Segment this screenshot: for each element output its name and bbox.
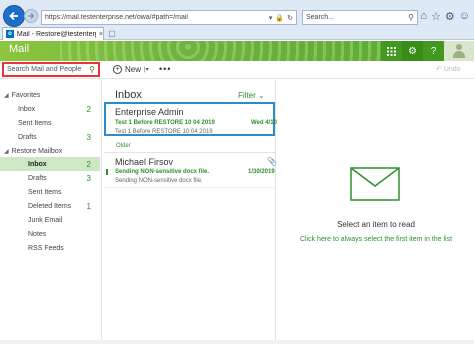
message-sender: Enterprise Admin: [115, 107, 184, 117]
unread-indicator: [106, 169, 108, 175]
grid-icon: [387, 46, 396, 56]
favorites-inbox[interactable]: Inbox 2: [0, 102, 100, 116]
browser-search-input[interactable]: Search... ⚲: [302, 10, 418, 25]
mailbox-notes[interactable]: Notes: [0, 227, 100, 241]
new-label: New: [125, 65, 142, 74]
chevron-down-icon: ⌄: [258, 91, 265, 100]
favorites-drafts[interactable]: Drafts 3: [0, 130, 100, 144]
question-icon: ?: [430, 45, 437, 57]
forward-arrow-icon: [28, 13, 35, 19]
unread-count: 2: [86, 104, 91, 114]
draft-count: 3: [86, 173, 91, 183]
undo-button[interactable]: ↶ Undo: [436, 65, 461, 73]
message-date: Wed 4/10: [251, 120, 277, 126]
mailbox-deleted-items[interactable]: Deleted Items 1: [0, 199, 100, 213]
browser-tab[interactable]: o Mail - Restore@testenterpri... ×: [2, 27, 104, 40]
plus-icon: +: [113, 65, 122, 74]
mailbox-drafts[interactable]: Drafts 3: [0, 171, 100, 185]
message-preview: Sending NON-sensitive docx file.: [115, 178, 203, 184]
app-launcher-button[interactable]: [381, 41, 402, 61]
settings-gear-icon[interactable]: ⚙: [445, 10, 455, 23]
deleted-count: 1: [86, 201, 91, 211]
undo-label: Undo: [443, 66, 461, 73]
message-sender[interactable]: Michael Firsov: [115, 157, 173, 167]
settings-button[interactable]: ⚙: [402, 41, 423, 61]
help-button[interactable]: ?: [423, 41, 444, 61]
folder-pane: ◢ Favorites Inbox 2 Sent Items Drafts 3 …: [0, 80, 102, 344]
mailbox-rss-feeds[interactable]: RSS Feeds: [0, 241, 100, 255]
search-icon[interactable]: ⚲: [408, 13, 417, 22]
mailbox-inbox[interactable]: Inbox 2: [0, 157, 100, 171]
collapse-triangle-icon: ◢: [4, 92, 9, 99]
browser-search-placeholder: Search...: [306, 14, 335, 21]
favorites-sent-items[interactable]: Sent Items: [0, 116, 100, 130]
undo-icon: ↶: [436, 66, 442, 73]
new-message-button[interactable]: + New |▾: [113, 65, 149, 74]
message-subject: Test 1 Before RESTORE 10 04 2019: [115, 120, 215, 126]
favorites-header[interactable]: ◢ Favorites: [0, 88, 100, 102]
new-tab-icon[interactable]: ▢: [107, 29, 117, 39]
avatar-icon: [453, 44, 465, 58]
mail-search-input[interactable]: Search Mail and People ⚲: [2, 62, 100, 77]
search-icon[interactable]: ⚲: [89, 65, 95, 74]
chevron-down-icon[interactable]: |▾: [144, 66, 149, 73]
message-preview: Test 1 Before RESTORE 10 04 2019: [115, 129, 213, 135]
envelope-icon: [350, 167, 400, 201]
smiley-icon[interactable]: ☺: [459, 10, 470, 23]
filter-button[interactable]: Filter ⌄: [238, 91, 265, 100]
divider: [104, 152, 275, 153]
filter-label: Filter: [238, 91, 256, 100]
forward-button[interactable]: [24, 9, 38, 23]
older-group-header: Older: [116, 143, 131, 149]
always-select-first-link[interactable]: Click here to always select the first it…: [278, 236, 474, 243]
collapse-triangle-icon: ◢: [4, 148, 9, 155]
user-avatar-button[interactable]: [444, 41, 474, 61]
paperclip-icon: 📎: [267, 157, 277, 166]
message-subject[interactable]: Sending NON-sensitive docx file.: [115, 169, 209, 175]
favorites-star-icon[interactable]: ☆: [431, 10, 441, 23]
address-text: https://mail.testenterprise.net/owa/#pat…: [45, 14, 188, 21]
draft-count: 3: [86, 132, 91, 142]
more-options-button[interactable]: •••: [159, 64, 171, 74]
lock-icon[interactable]: 🔒: [275, 14, 284, 22]
home-icon[interactable]: ⌂: [420, 10, 427, 23]
list-title: Inbox: [115, 89, 142, 101]
tab-close-icon[interactable]: ×: [99, 31, 103, 38]
gear-icon: ⚙: [408, 45, 417, 57]
refresh-icon[interactable]: ↻: [287, 14, 293, 22]
tab-title: Mail - Restore@testenterpri...: [16, 30, 96, 38]
divider: [104, 187, 275, 188]
mailbox-sent-items[interactable]: Sent Items: [0, 185, 100, 199]
dropdown-icon[interactable]: ▾: [269, 14, 273, 22]
outlook-tab-icon: o: [6, 30, 14, 38]
restore-mailbox-header[interactable]: ◢ Restore Mailbox: [0, 144, 100, 158]
app-title[interactable]: Mail: [9, 43, 29, 55]
mail-search-placeholder: Search Mail and People: [7, 66, 82, 73]
horizontal-scrollbar[interactable]: [0, 340, 474, 344]
mailbox-junk-email[interactable]: Junk Email: [0, 213, 100, 227]
back-arrow-icon: [9, 11, 18, 21]
header-pattern: [60, 41, 380, 61]
empty-reading-pane-title: Select an item to read: [337, 220, 415, 229]
message-date: 1/30/2019: [248, 169, 275, 175]
back-button[interactable]: [3, 5, 25, 27]
address-bar[interactable]: https://mail.testenterprise.net/owa/#pat…: [41, 10, 297, 25]
unread-count: 2: [86, 159, 91, 169]
